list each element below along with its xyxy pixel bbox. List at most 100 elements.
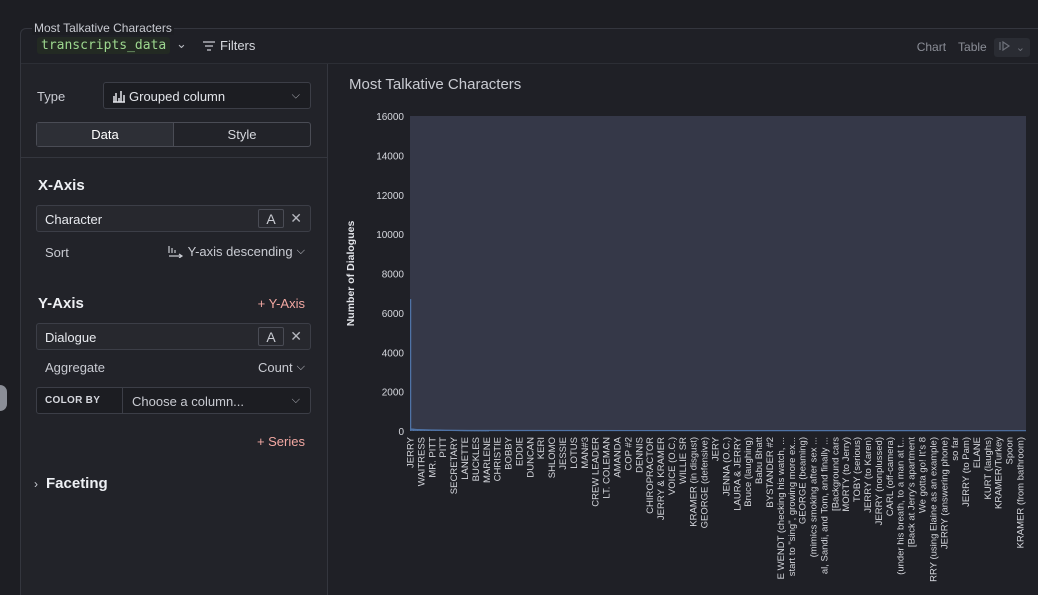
collapse-handle[interactable] (0, 385, 7, 411)
x-tick-label: JERRY & KRAMER (656, 437, 667, 520)
y-tick-label: 4000 (382, 348, 405, 359)
x-tick-label: KRAMER (in disgust) (689, 437, 700, 527)
add-series-button[interactable]: + Series (257, 434, 305, 449)
chart-type-value: Grouped column (129, 89, 226, 104)
section-divider (21, 157, 327, 158)
view-chart-button[interactable]: Chart (912, 37, 951, 57)
text-type-button[interactable]: A (258, 209, 284, 228)
chevron-down-icon[interactable]: ⌄ (176, 36, 187, 52)
chevron-down-icon: ⌵ (291, 394, 300, 406)
x-tick-label: JESSIE (558, 437, 569, 470)
color-by-select[interactable]: COLOR BY Choose a column... ⌵ (36, 387, 311, 414)
cell-header: transcripts_data ⌄ Filters Chart Table ⌄ (21, 33, 1038, 63)
y-tick-label: 6000 (382, 309, 405, 320)
chevron-down-icon: ⌄ (1015, 41, 1025, 54)
x-tick-label: CHIROPRACTOR (645, 437, 656, 514)
y-tick-label: 14000 (376, 151, 404, 162)
x-tick-label: JERRY (nonplussed) (874, 437, 885, 525)
tab-style[interactable]: Style (174, 123, 310, 146)
x-tick-label: MORTY (to Jerry) (841, 437, 852, 512)
x-tick-label: JERRY (answering phone) (939, 437, 950, 549)
x-tick-label: so far (950, 437, 961, 461)
remove-y-column-icon[interactable]: ✕ (290, 328, 302, 345)
x-tick-label: KRAMER (from bathroom) (1016, 437, 1027, 548)
y-axis-heading: Y-Axis (38, 295, 84, 312)
x-tick-label: MR. PITT (427, 437, 438, 478)
tab-data[interactable]: Data (37, 123, 174, 146)
x-tick-label: DENNIS (634, 437, 645, 473)
x-tick-label: MAN#3 (580, 437, 591, 469)
x-tick-label: PITT (438, 437, 449, 458)
x-tick-label: E WENDT (checking his watch, ... (776, 437, 787, 579)
y-axis-column-field[interactable]: Dialogue A ✕ (36, 323, 311, 350)
config-panel: Type Grouped column ⌵ Data Style X-Axis … (21, 64, 327, 595)
y-tick-label: 2000 (382, 388, 405, 399)
filter-icon (203, 40, 215, 51)
dataset-name[interactable]: transcripts_data (37, 37, 171, 54)
x-tick-label: LOTUS (569, 437, 580, 469)
filters-button[interactable]: Filters (203, 38, 255, 53)
aggregate-value: Count (257, 360, 293, 375)
add-y-axis-button[interactable]: + Y-Axis (258, 296, 305, 311)
x-tick-label: KRAMER/Turkey (994, 437, 1005, 509)
x-tick-label: SHLOMO (547, 437, 558, 478)
x-tick-label: RRY (using Elaine as an example) (928, 437, 939, 582)
x-tick-label: Babu Bhatt (754, 437, 765, 484)
x-tick-label: KERI (536, 437, 547, 459)
x-tick-label: GEORGE (beaming) (798, 437, 809, 524)
x-tick-label: COP #2 (623, 437, 634, 471)
x-tick-label: CHRISTIE (493, 437, 504, 481)
x-tick-label: JERRY (to Pam) (961, 437, 972, 507)
play-icon (999, 40, 1010, 51)
x-tick-label: JERRY (406, 436, 417, 468)
x-tick-label: CREW LEADER (591, 437, 602, 507)
chart-type-select[interactable]: Grouped column ⌵ (103, 82, 311, 109)
x-tick-label: AMANDA (612, 436, 623, 477)
x-tick-label: TOBY (serious) (852, 437, 863, 502)
text-type-button[interactable]: A (258, 327, 284, 346)
x-axis-heading: X-Axis (38, 177, 85, 194)
x-tick-label: BOBBY (504, 436, 515, 469)
x-axis-column-name: Character (45, 212, 103, 227)
chart-area: 0 2000 4000 6000 8000 10000 12000 14000 16000 Num… (345, 112, 1027, 582)
remove-x-column-icon[interactable]: ✕ (290, 210, 302, 227)
faceting-toggle[interactable]: › Faceting (34, 475, 108, 492)
x-tick-label: Bruce (laughing) (743, 437, 754, 507)
x-tick-label: BUCKLES (471, 437, 482, 481)
x-tick-label: WILLIE SR (678, 437, 689, 484)
x-tick-label: DUNCAN (525, 437, 536, 478)
x-tick-label: JERRY (to Karen) (863, 437, 874, 513)
x-tick-label: SECRETARY (449, 436, 460, 494)
x-tick-label: [Background cars (830, 437, 841, 511)
x-tick-label: (under his breath, to a man at t... (896, 437, 907, 575)
chevron-down-icon: ⌵ (296, 361, 305, 373)
x-tick-label: EDDIE (514, 437, 525, 466)
y-tick-label: 8000 (382, 270, 405, 281)
filters-label: Filters (220, 38, 256, 53)
x-tick-label: CARL (off-camera) (885, 437, 896, 516)
y-tick-label: 10000 (376, 230, 404, 241)
aggregate-select[interactable]: Count ⌵ (258, 360, 305, 375)
view-toggle: Chart Table ⌄ (912, 37, 1030, 57)
x-tick-label: (mimics smoking after sex ... (809, 437, 820, 557)
plot-background (410, 116, 1026, 431)
x-tick-label: start to "sing", growing more ex... (787, 437, 798, 576)
sort-select[interactable]: Y-axis descending ⌵ (168, 244, 305, 259)
x-tick-label: We gotta go! It's 8 (917, 437, 928, 513)
view-table-button[interactable]: Table (953, 37, 992, 57)
x-tick-label: WAITRESS (416, 437, 427, 486)
type-label: Type (37, 89, 66, 104)
x-axis-column-field[interactable]: Character A ✕ (36, 205, 311, 232)
y-axis-label: Number of Dialogues (345, 221, 357, 327)
chevron-right-icon: › (34, 476, 38, 491)
color-by-placeholder: Choose a column... (132, 394, 245, 409)
chevron-down-icon: ⌵ (291, 89, 300, 101)
run-menu-button[interactable]: ⌄ (993, 37, 1030, 57)
sort-descending-icon (168, 246, 183, 258)
x-tick-label: LANETTE (460, 437, 471, 480)
x-tick-label: VOICE (O.C.) (667, 437, 678, 495)
grouped-column-icon (113, 91, 125, 103)
x-tick-label: MARLENE (482, 437, 493, 483)
chevron-down-icon: ⌵ (296, 245, 305, 257)
x-tick-label: KURT (laughs) (983, 437, 994, 499)
